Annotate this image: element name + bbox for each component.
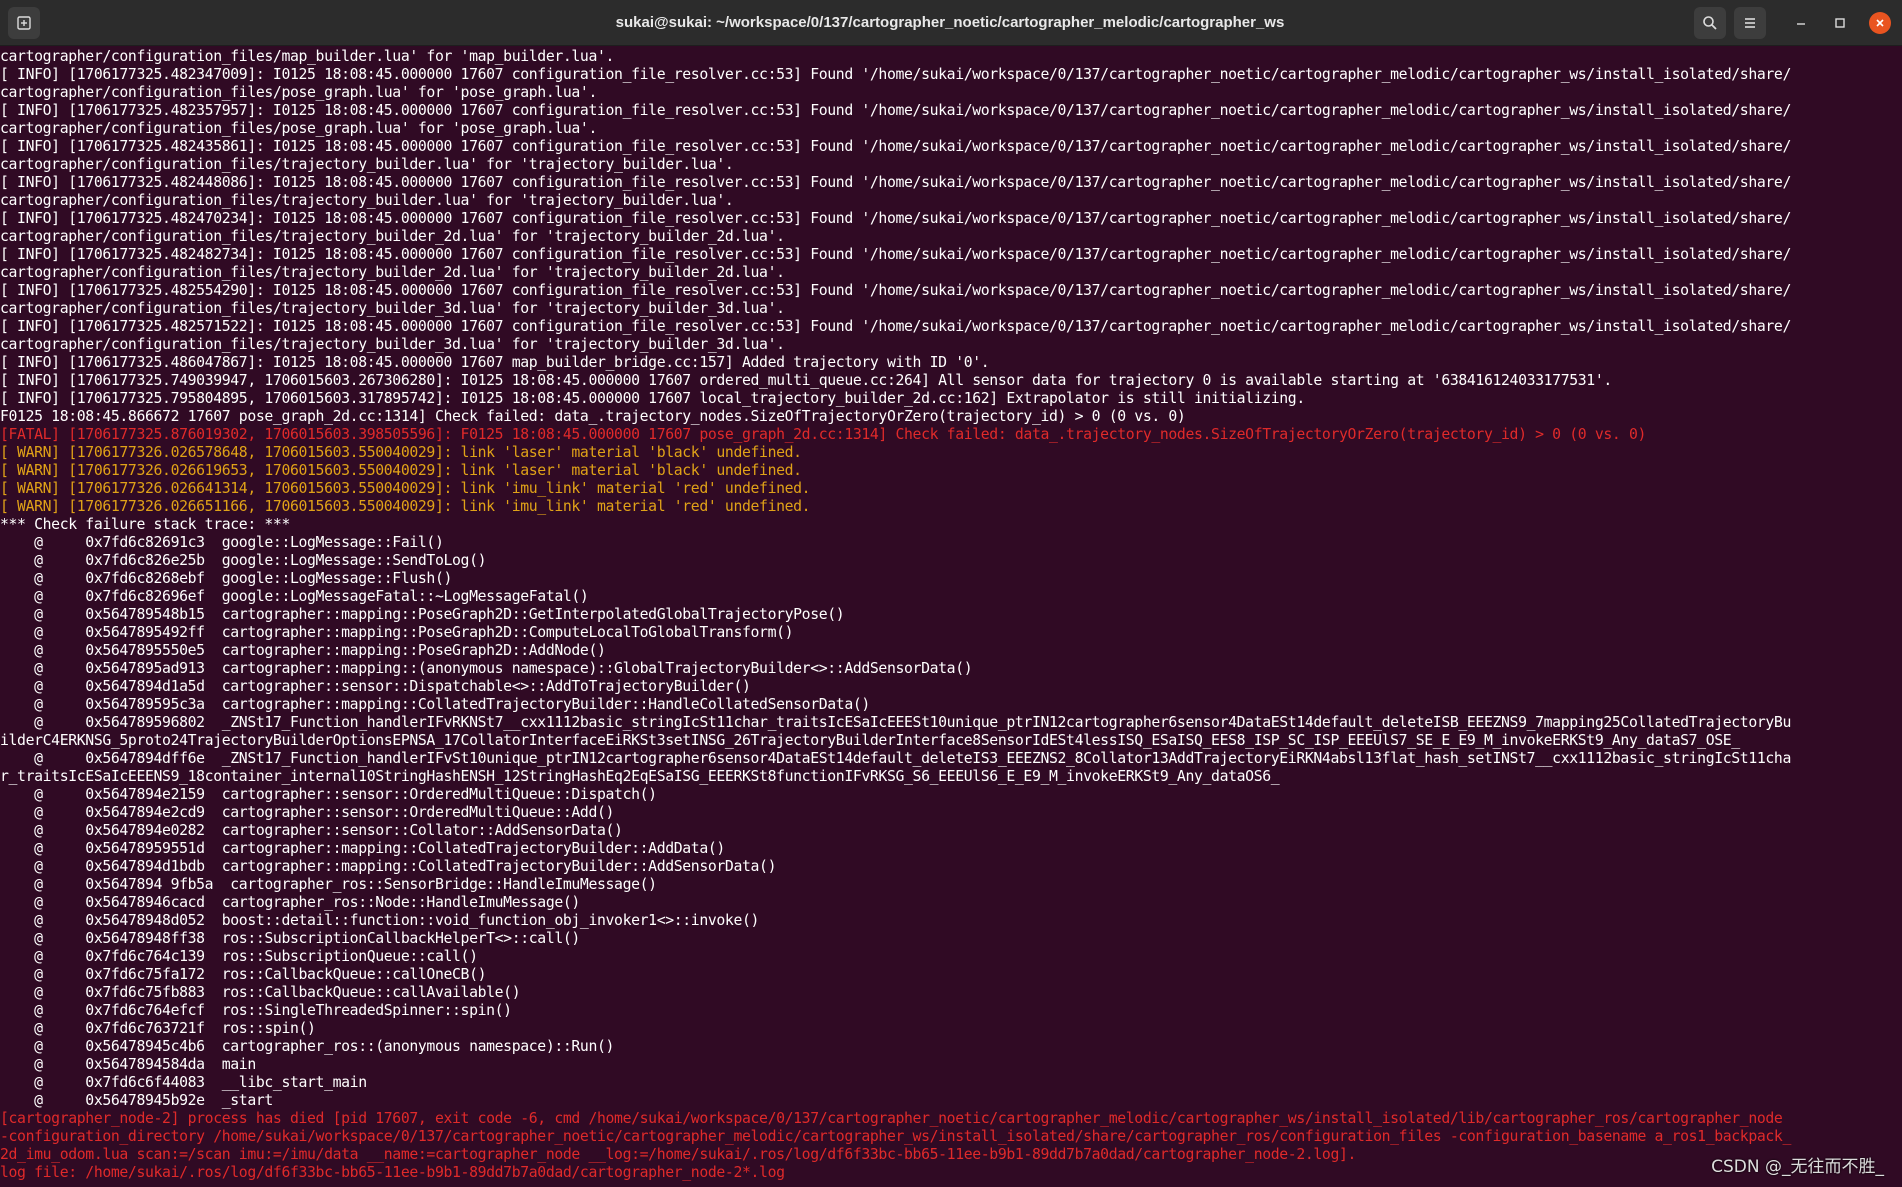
terminal-line: cartographer/configuration_files/map_bui… xyxy=(0,48,615,65)
terminal-line: F0125 18:08:45.866672 17607 pose_graph_2… xyxy=(0,408,1186,425)
terminal-line: [ INFO] [1706177325.482435861]: I0125 18… xyxy=(0,138,1791,155)
terminal-line: @ 0x5647894e2cd9 cartographer::sensor::O… xyxy=(0,804,615,821)
terminal-line: @ 0x56478946cacd cartographer_ros::Node:… xyxy=(0,894,580,911)
terminal-line: [ INFO] [1706177325.482470234]: I0125 18… xyxy=(0,210,1791,227)
terminal-line: cartographer/configuration_files/traject… xyxy=(0,228,785,245)
title-bar[interactable]: sukai@sukai: ~/workspace/0/137/cartograp… xyxy=(0,0,1902,46)
terminal-line: @ 0x564789548b15 cartographer::mapping::… xyxy=(0,606,845,623)
close-button[interactable] xyxy=(1869,12,1891,34)
maximize-icon xyxy=(1835,18,1845,28)
terminal-output[interactable]: cartographer/configuration_files/map_bui… xyxy=(0,48,1902,1187)
terminal-line: @ 0x56478948ff38 ros::SubscriptionCallba… xyxy=(0,930,580,947)
terminal-line: [FATAL] [1706177325.876019302, 170601560… xyxy=(0,426,1646,443)
close-icon xyxy=(1876,19,1884,27)
terminal-line: cartographer/configuration_files/traject… xyxy=(0,336,785,353)
terminal-line: [ INFO] [1706177325.795804895, 170601560… xyxy=(0,390,1305,407)
terminal-line: [ INFO] [1706177325.482571522]: I0125 18… xyxy=(0,318,1791,335)
terminal-line: [ INFO] [1706177325.482554290]: I0125 18… xyxy=(0,282,1791,299)
terminal-line: cartographer/configuration_files/traject… xyxy=(0,156,734,173)
terminal-line: [ WARN] [1706177326.026651166, 170601560… xyxy=(0,498,811,515)
terminal-line: @ 0x7fd6c763721f ros::spin() xyxy=(0,1020,316,1037)
terminal-line: @ 0x5647894584da main xyxy=(0,1056,256,1073)
terminal-line: @ 0x56478945c4b6 cartographer_ros::(anon… xyxy=(0,1038,615,1055)
terminal-line: @ 0x56478945b92e _start xyxy=(0,1092,273,1109)
menu-button[interactable] xyxy=(1734,7,1766,39)
terminal-line: [ WARN] [1706177326.026578648, 170601560… xyxy=(0,444,802,461)
terminal-line: @ 0x5647894dff6e _ZNSt17_Function_handle… xyxy=(0,750,1791,767)
terminal-line: r_traitsIcESaIcEEENS9_18container_intern… xyxy=(0,768,1280,785)
new-tab-button[interactable] xyxy=(8,7,40,39)
terminal-line: @ 0x7fd6c764c139 ros::SubscriptionQueue:… xyxy=(0,948,478,965)
hamburger-menu-icon xyxy=(1745,18,1755,28)
new-tab-icon xyxy=(17,16,31,30)
terminal-line: @ 0x56478959551d cartographer::mapping::… xyxy=(0,840,725,857)
terminal-line: [ INFO] [1706177325.486047867]: I0125 18… xyxy=(0,354,990,371)
terminal-line: @ 0x7fd6c75fb883 ros::CallbackQueue::cal… xyxy=(0,984,521,1001)
terminal-line: cartographer/configuration_files/pose_gr… xyxy=(0,120,597,137)
maximize-button[interactable] xyxy=(1829,12,1851,34)
terminal-line: @ 0x5647895492ff cartographer::mapping::… xyxy=(0,624,794,641)
terminal-line: @ 0x56478948d052 boost::detail::function… xyxy=(0,912,760,929)
terminal-line: cartographer/configuration_files/traject… xyxy=(0,264,785,281)
search-button[interactable] xyxy=(1694,7,1726,39)
terminal-line: ilderC4ERKNSG_5proto24TrajectoryBuilderO… xyxy=(0,732,1740,749)
terminal-line: [ INFO] [1706177325.482347009]: I0125 18… xyxy=(0,66,1791,83)
minimize-icon xyxy=(1797,23,1805,25)
terminal-line: [ INFO] [1706177325.482448086]: I0125 18… xyxy=(0,174,1791,191)
terminal-line: @ 0x7fd6c764efcf ros::SingleThreadedSpin… xyxy=(0,1002,512,1019)
terminal-line: @ 0x7fd6c82696ef google::LogMessageFatal… xyxy=(0,588,589,605)
terminal-line: -configuration_directory /home/sukai/wor… xyxy=(0,1128,1791,1145)
terminal-line: @ 0x7fd6c826e25b google::LogMessage::Sen… xyxy=(0,552,487,569)
window-title: sukai@sukai: ~/workspace/0/137/cartograp… xyxy=(615,14,1285,31)
terminal-line: @ 0x5647894d1bdb cartographer::mapping::… xyxy=(0,858,777,875)
terminal-line: @ 0x7fd6c6f44083 __libc_start_main xyxy=(0,1074,367,1091)
minimize-button[interactable] xyxy=(1790,12,1812,34)
terminal-line: @ 0x7fd6c75fa172 ros::CallbackQueue::cal… xyxy=(0,966,487,983)
terminal-line: log file: /home/sukai/.ros/log/df6f33bc-… xyxy=(0,1164,785,1181)
watermark: CSDN @_无往而不胜_ xyxy=(1711,1157,1884,1177)
terminal-line: @ 0x564789596802 _ZNSt17_Function_handle… xyxy=(0,714,1791,731)
terminal-line: [ INFO] [1706177325.482482734]: I0125 18… xyxy=(0,246,1791,263)
terminal-window: sukai@sukai: ~/workspace/0/137/cartograp… xyxy=(0,0,1902,1187)
terminal-line: cartographer/configuration_files/traject… xyxy=(0,192,734,209)
terminal-line: cartographer/configuration_files/traject… xyxy=(0,300,785,317)
search-icon xyxy=(1703,16,1717,30)
terminal-line: cartographer/configuration_files/pose_gr… xyxy=(0,84,597,101)
terminal-line: @ 0x7fd6c82691c3 google::LogMessage::Fai… xyxy=(0,534,444,551)
terminal-line: @ 0x5647895550e5 cartographer::mapping::… xyxy=(0,642,606,659)
terminal-line: @ 0x5647894d1a5d cartographer::sensor::D… xyxy=(0,678,751,695)
terminal-line: 2d_imu_odom.lua scan:=/scan imu:=/imu/da… xyxy=(0,1146,1357,1163)
terminal-line: @ 0x5647894 9fb5a cartographer_ros::Sens… xyxy=(0,876,657,893)
terminal-line: @ 0x7fd6c8268ebf google::LogMessage::Flu… xyxy=(0,570,453,587)
terminal-line: [cartographer_node-2] process has died [… xyxy=(0,1110,1783,1127)
terminal-line: [ WARN] [1706177326.026641314, 170601560… xyxy=(0,480,811,497)
terminal-line: @ 0x5647894e2159 cartographer::sensor::O… xyxy=(0,786,657,803)
terminal-line: @ 0x5647895ad913 cartographer::mapping::… xyxy=(0,660,973,677)
terminal-line: @ 0x5647894e0282 cartographer::sensor::C… xyxy=(0,822,623,839)
terminal-line: [ INFO] [1706177325.749039947, 170601560… xyxy=(0,372,1612,389)
terminal-line: *** Check failure stack trace: *** xyxy=(0,516,290,533)
terminal-line: @ 0x564789595c3a cartographer::mapping::… xyxy=(0,696,870,713)
terminal-line: [ WARN] [1706177326.026619653, 170601560… xyxy=(0,462,802,479)
terminal-line: [ INFO] [1706177325.482357957]: I0125 18… xyxy=(0,102,1791,119)
